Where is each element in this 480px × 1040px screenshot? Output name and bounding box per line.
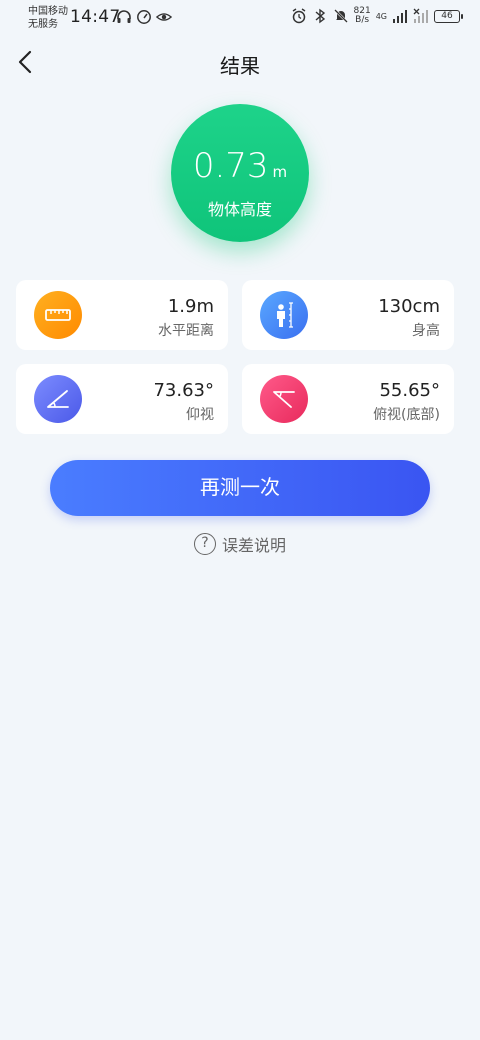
angle-down-icon (260, 375, 308, 423)
error-explanation-link[interactable]: ? 误差说明 (0, 532, 480, 556)
signal-no-service-icon (413, 8, 428, 23)
card-body-height: 130cm 身高 (242, 280, 454, 350)
status-icons-right: 821 B/s 4G 46 (291, 7, 463, 25)
bluetooth-icon (315, 8, 325, 24)
card-label: 身高 (412, 323, 440, 339)
result-unit: m (272, 163, 288, 181)
retry-button[interactable]: 再测一次 (50, 460, 430, 516)
network-type: 4G (375, 11, 387, 21)
card-horizontal-distance: 1.9m 水平距离 (16, 280, 228, 350)
result-value-group: 0.73 m (171, 146, 309, 186)
status-time: 14:47 (70, 7, 121, 27)
card-label: 仰视 (186, 407, 214, 423)
headphones-icon (117, 10, 131, 23)
result-value: 0.73 (192, 146, 269, 186)
card-value: 73.63° (153, 380, 214, 401)
question-icon: ? (193, 533, 216, 555)
card-depression-angle: 55.65° 俯视(底部) (242, 364, 454, 434)
ruler-icon (34, 291, 82, 339)
app-header: 结果 (0, 40, 480, 84)
net-speed: 821 B/s (354, 7, 371, 25)
alarm-icon (292, 8, 305, 24)
status-bar: 中国移动 无服务 14:47 821 B/s 4G 46 (0, 0, 480, 36)
card-value: 55.65° (379, 380, 440, 401)
battery-indicator: 46 (434, 9, 463, 23)
card-elevation-angle: 73.63° 仰视 (16, 364, 228, 434)
mute-bell-icon (333, 9, 348, 23)
eye-icon (156, 13, 172, 21)
card-value: 130cm (378, 296, 440, 317)
angle-up-icon (34, 375, 82, 423)
speedometer-icon (137, 10, 151, 24)
card-label: 水平距离 (158, 323, 214, 339)
signal-icon (393, 10, 407, 23)
status-icons-left (116, 9, 172, 25)
carrier-status: 无服务 (28, 19, 58, 30)
person-height-icon (260, 291, 308, 339)
help-label: 误差说明 (221, 536, 286, 555)
carrier-name: 中国移动 (28, 6, 68, 17)
result-label: 物体高度 (207, 200, 272, 219)
card-value: 1.9m (167, 296, 214, 317)
carrier-info: 中国移动 无服务 (28, 5, 68, 31)
net-speed-unit: B/s (355, 15, 370, 25)
card-label: 俯视(底部) (373, 407, 440, 423)
page-title: 结果 (220, 54, 260, 78)
result-circle: 0.73 m 物体高度 (171, 104, 309, 242)
